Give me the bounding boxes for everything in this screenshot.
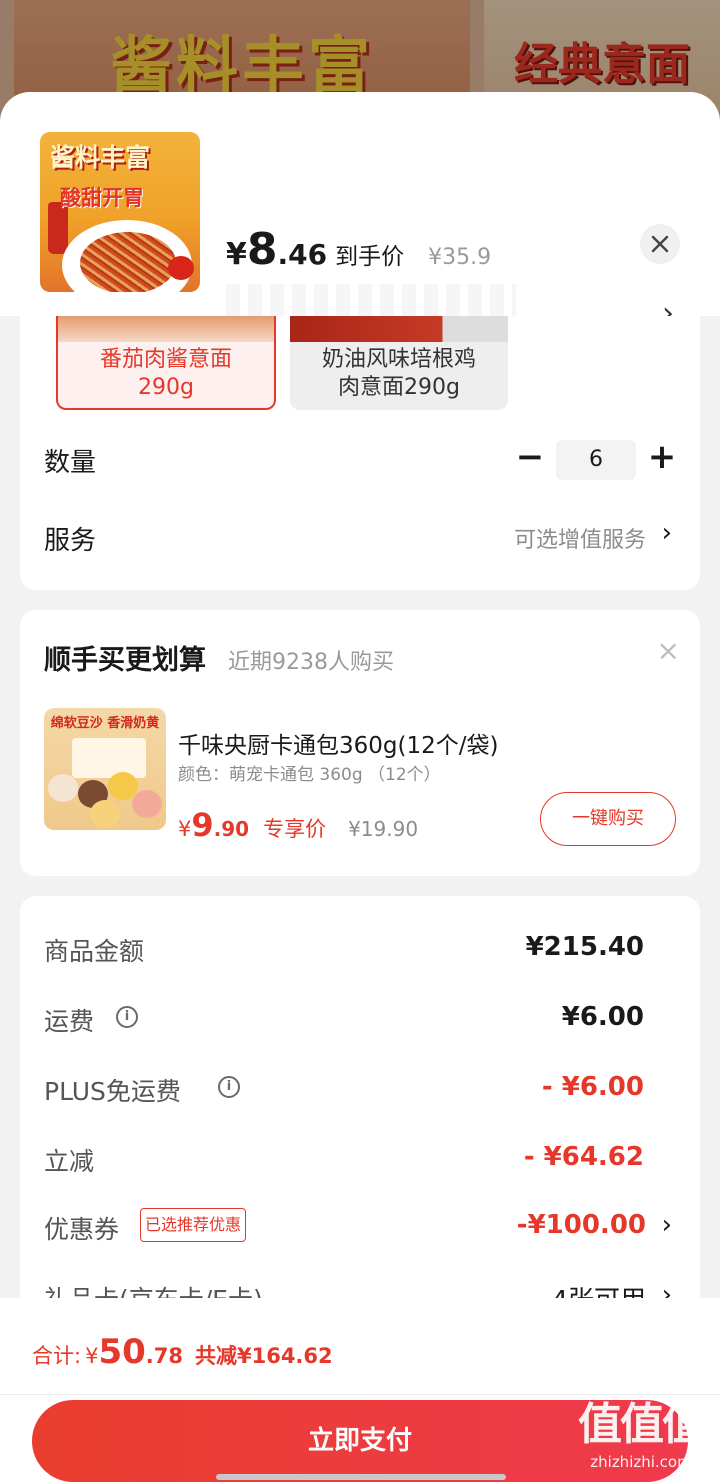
tomato-graphic — [168, 256, 194, 280]
total-saving: 共减¥164.62 — [194, 1344, 333, 1368]
shipping-label: 运费 — [44, 1007, 95, 1036]
option-label-line: 奶油风味培根鸡 肉意面290g — [321, 347, 476, 400]
bun-graphic — [90, 800, 120, 828]
total-symbol: ¥ — [85, 1344, 99, 1368]
option-label-line: 番茄肉酱意面 290g — [99, 347, 232, 400]
chevron-right-icon[interactable]: › — [662, 1210, 672, 1240]
option-label: 番茄肉酱意面 290g — [58, 346, 274, 402]
quantity-input[interactable]: 6 — [556, 440, 636, 480]
service-value[interactable]: 可选增值服务 — [514, 522, 646, 554]
watermark: 值值值 zhizhizhi.com — [566, 1398, 716, 1480]
bundle-product-image[interactable]: 绵软豆沙 香滑奶黄 — [44, 708, 166, 830]
total-row: 合计: ¥ 50 .78 共减¥164.62 — [32, 1332, 333, 1372]
bundle-price-integer: 9 — [191, 806, 214, 844]
price-row: ¥ 8 .46 到手价 ¥35.9 — [226, 224, 491, 280]
one-click-buy-button[interactable]: 一键购买 — [540, 792, 676, 846]
coupon-value[interactable]: -¥100.00 — [517, 1210, 646, 1240]
instant-discount-label: 立减 — [44, 1147, 95, 1176]
bundle-product-name: 千味央厨卡通包360g(12个/袋) — [178, 733, 499, 759]
thumb-title: 酱料丰富 — [50, 143, 151, 172]
pasta-graphic — [80, 232, 176, 292]
option-label: 奶油风味培根鸡 肉意面290g — [290, 346, 508, 402]
option-image — [290, 316, 508, 342]
purchase-sheet: 酱料丰富 酸甜开胃 ¥ 8 .46 到手价 ¥35.9 › 番茄肉酱意面 290… — [0, 92, 720, 1484]
plus-info-icon[interactable]: i — [218, 1076, 240, 1098]
close-button[interactable] — [640, 224, 680, 264]
bundle-subtitle: 近期9238人购买 — [228, 650, 394, 675]
quantity-increase-button[interactable]: + — [644, 440, 680, 476]
bundle-close-icon[interactable]: × — [657, 634, 680, 667]
option-cream-bacon-chicken[interactable]: 奶油风味培根鸡 肉意面290g — [290, 316, 508, 410]
instant-discount-value: - ¥64.62 — [523, 1142, 644, 1172]
bundle-title: 顺手买更划算 — [44, 645, 206, 676]
goods-amount-value: ¥215.40 — [525, 932, 644, 962]
bundle-recommendation-card: 顺手买更划算 近期9238人购买 × 绵软豆沙 香滑奶黄 千味央厨卡通包360g… — [20, 610, 700, 876]
coupon-recommended-tag[interactable]: 已选推荐优惠 — [140, 1208, 247, 1242]
sheet-header: 酱料丰富 酸甜开胃 ¥ 8 .46 到手价 ¥35.9 › — [0, 92, 720, 344]
bundle-original-price: ¥19.90 — [348, 817, 419, 841]
divider — [0, 1394, 720, 1395]
bundle-product-spec: 颜色：萌宠卡通包 360g （12个） — [178, 765, 441, 785]
watermark-url: zhizhizhi.com — [590, 1453, 692, 1471]
fee-breakdown-card: 商品金额 ¥215.40 运费 i ¥6.00 PLUS免运费 i - ¥6.0… — [20, 896, 700, 1316]
bundle-image-text: 绵软豆沙 香滑奶黄 — [50, 716, 160, 731]
original-price: ¥35.9 — [428, 245, 492, 270]
product-thumbnail[interactable]: 酱料丰富 酸甜开胃 — [40, 132, 200, 292]
service-label: 服务 — [44, 526, 97, 556]
thumb-subtitle: 酸甜开胃 — [60, 185, 144, 210]
price-label: 到手价 — [335, 244, 405, 270]
total-decimal: .78 — [145, 1344, 183, 1368]
price-integer: 8 — [246, 224, 278, 275]
close-icon — [651, 235, 669, 253]
bun-graphic — [132, 790, 162, 818]
shipping-info-icon[interactable]: i — [116, 1006, 138, 1028]
goods-amount-label: 商品金额 — [44, 937, 145, 966]
bundle-price-tag: 专享价 — [263, 817, 327, 841]
coupon-label: 优惠券 — [44, 1215, 120, 1244]
total-integer: 50 — [98, 1332, 146, 1372]
shipping-value: ¥6.00 — [561, 1002, 644, 1032]
plus-free-shipping-label: PLUS免运费 — [44, 1077, 181, 1106]
option-tomato-meat-sauce[interactable]: 番茄肉酱意面 290g — [56, 316, 276, 410]
bundle-price-row: ¥ 9 .90 专享价 ¥19.90 — [178, 806, 418, 844]
plus-free-shipping-value: - ¥6.00 — [541, 1072, 644, 1102]
price-symbol: ¥ — [226, 237, 247, 272]
chevron-right-icon[interactable]: › — [662, 518, 672, 548]
bun-graphic — [48, 774, 78, 802]
quantity-label: 数量 — [44, 448, 97, 478]
spec-card: 番茄肉酱意面 290g 奶油风味培根鸡 肉意面290g 数量 − 6 + 服务 … — [20, 316, 700, 590]
quantity-decrease-button[interactable]: − — [512, 440, 548, 476]
price-decimal: .46 — [277, 238, 328, 271]
watermark-logo-text: 值值值 — [578, 1399, 706, 1450]
total-label: 合计: — [32, 1344, 82, 1368]
bundle-package-graphic — [72, 738, 146, 778]
bundle-price-decimal: .90 — [213, 817, 250, 841]
option-image — [58, 316, 274, 342]
bundle-price-symbol: ¥ — [178, 817, 192, 841]
home-indicator[interactable] — [216, 1474, 506, 1480]
